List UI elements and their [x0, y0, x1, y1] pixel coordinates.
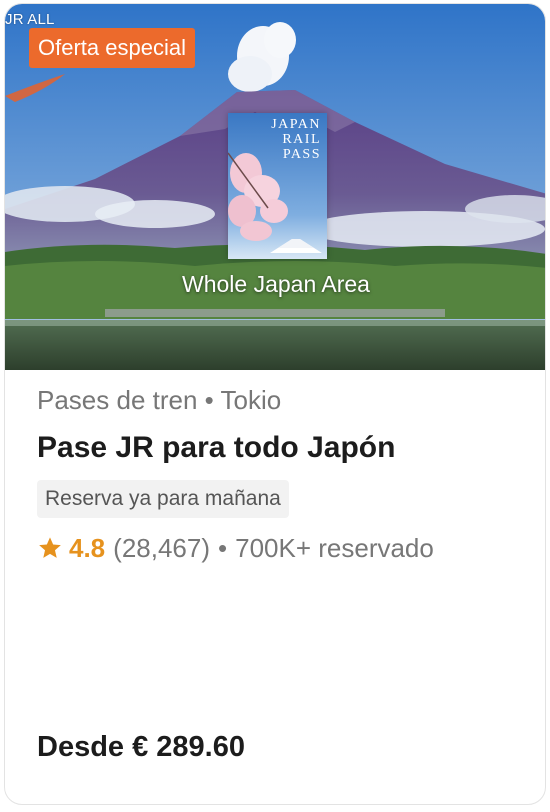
image-caption: Whole Japan Area [182, 271, 370, 297]
star-icon [39, 537, 61, 558]
rating-row: 4.8 (28,467) • 700K+ reservado [37, 530, 434, 566]
review-count: (28,467) [113, 532, 210, 563]
category-text: Pases de tren • Tokio [37, 385, 282, 415]
price-label: Desde € 289.60 [37, 731, 245, 763]
corner-text: JR ALL [5, 11, 55, 28]
rating-value: 4.8 [69, 532, 106, 563]
product-card[interactable]: JR ALL Oferta especial JAPAN RAIL PASS W… [4, 3, 546, 805]
product-image[interactable]: JR ALL Oferta especial JAPAN RAIL PASS W… [5, 4, 545, 370]
separator-dot: • [218, 532, 228, 563]
booked-count: 700K+ reservado [235, 532, 434, 563]
product-title[interactable]: Pase JR para todo Japón [37, 431, 395, 465]
jr-pass-title: JAPAN RAIL PASS [271, 117, 321, 162]
offer-badge: Oferta especial [29, 28, 195, 68]
jr-pass-card-image: JAPAN RAIL PASS [228, 113, 327, 259]
availability-tag: Reserva ya para mañana [37, 480, 289, 518]
